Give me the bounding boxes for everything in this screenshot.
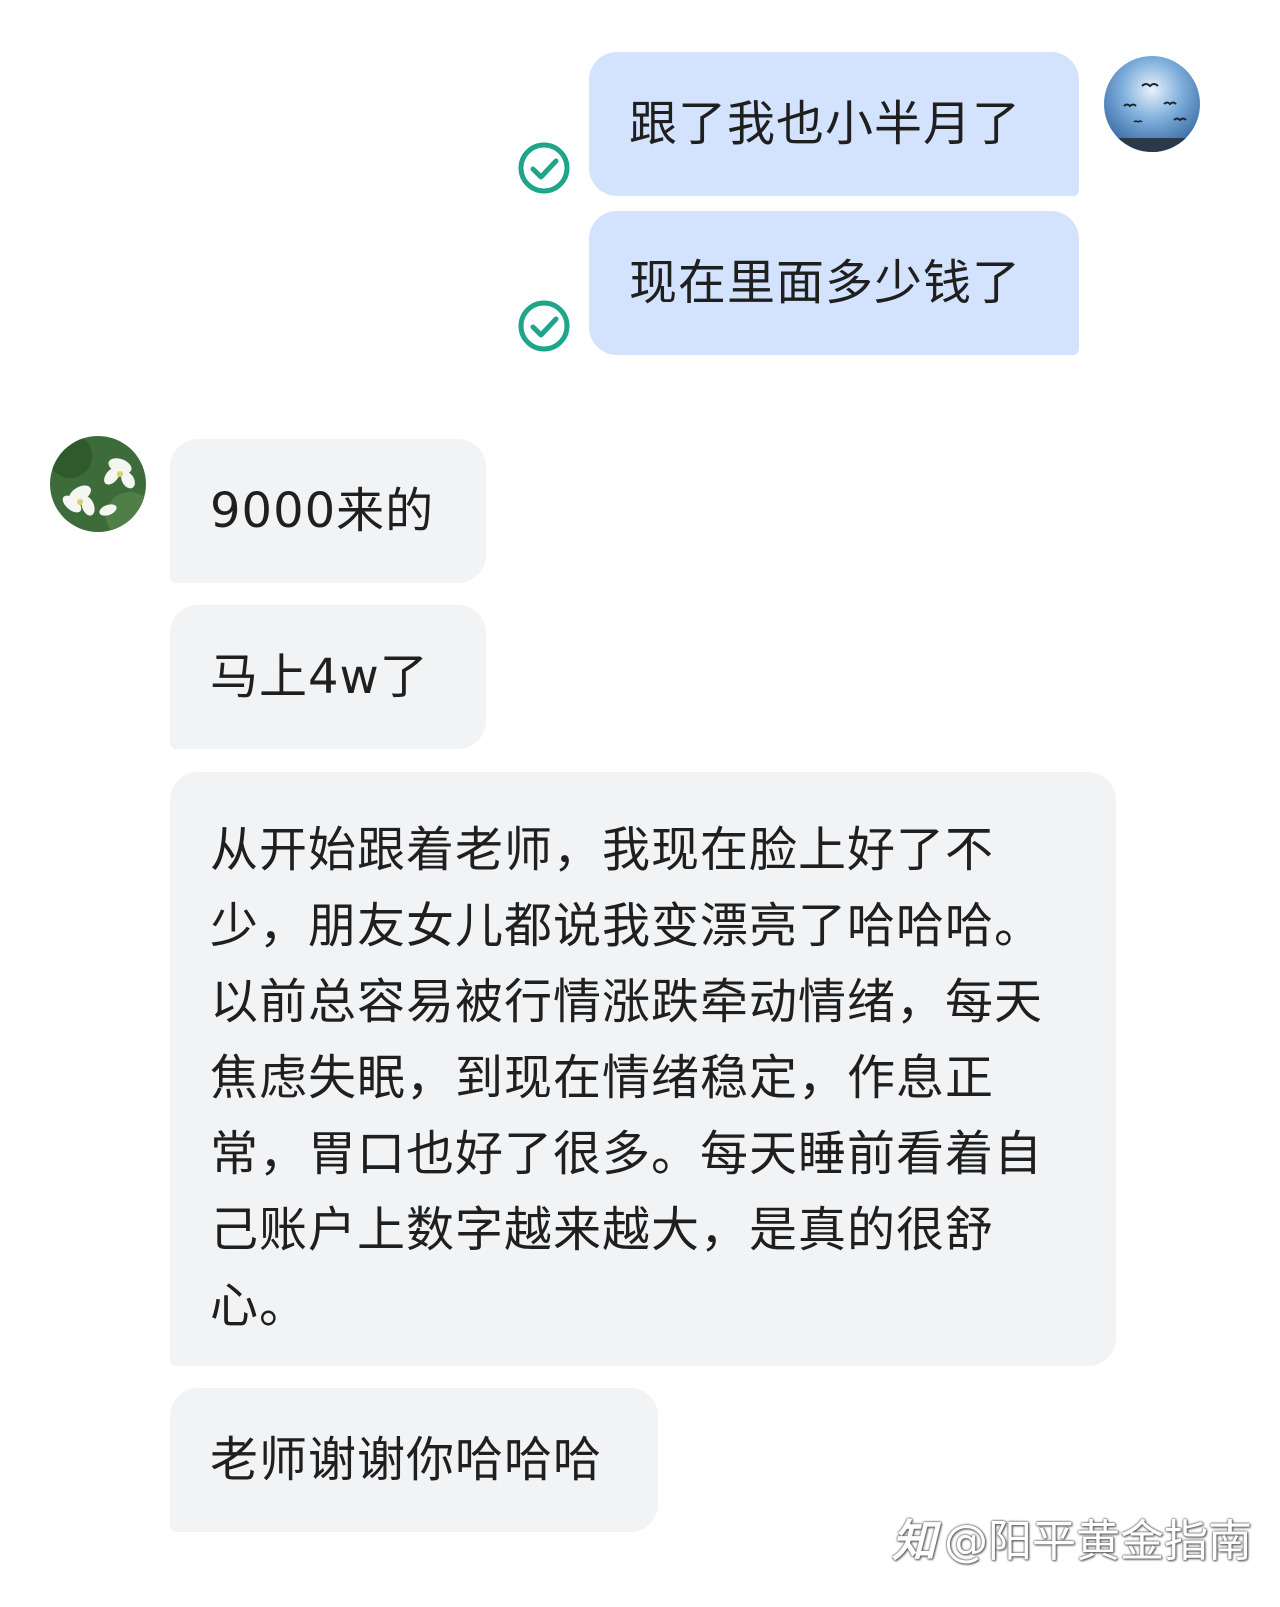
white-flowers-avatar-image <box>50 436 146 532</box>
sky-birds-avatar-image <box>1104 56 1200 152</box>
contact-avatar[interactable] <box>50 436 146 532</box>
message-line: 以前总容易被行情涨跌牵动情绪，每天 <box>210 974 1044 1030</box>
outgoing-message-bubble[interactable]: 跟了我也小半月了 <box>589 52 1079 196</box>
incoming-message-bubble[interactable]: 从开始跟着老师，我现在脸上好了不 少，朋友女儿都说我变漂亮了哈哈哈。 以前总容易… <box>170 772 1116 1366</box>
message-text: 9000来的 <box>210 483 435 539</box>
message-line: 常，胃口也好了很多。每天睡前看着自 <box>210 1126 1044 1182</box>
sent-check-icon <box>516 140 572 196</box>
incoming-message-bubble[interactable]: 马上4w了 <box>170 605 486 749</box>
outgoing-message-bubble[interactable]: 现在里面多少钱了 <box>589 211 1079 355</box>
message-line: 心。 <box>210 1278 309 1334</box>
watermark: 知 @阳平黄金指南 <box>892 1505 1252 1569</box>
message-text: 跟了我也小半月了 <box>629 96 1022 152</box>
message-text: 老师谢谢你哈哈哈 <box>210 1432 603 1488</box>
message-line: 己账户上数字越来越大，是真的很舒 <box>210 1202 995 1258</box>
incoming-message-bubble[interactable]: 老师谢谢你哈哈哈 <box>170 1388 658 1532</box>
message-line: 少，朋友女儿都说我变漂亮了哈哈哈。 <box>210 898 1044 954</box>
message-text: 现在里面多少钱了 <box>629 255 1022 311</box>
incoming-message-bubble[interactable]: 9000来的 <box>170 439 486 583</box>
message-line: 从开始跟着老师，我现在脸上好了不 <box>210 822 995 878</box>
message-line: 焦虑失眠，到现在情绪稳定，作息正 <box>210 1050 995 1106</box>
sent-check-icon <box>516 298 572 354</box>
self-avatar[interactable] <box>1104 56 1200 152</box>
watermark-text: @阳平黄金指南 <box>944 1516 1252 1567</box>
zhihu-logo-icon: 知 <box>892 1516 936 1567</box>
message-text: 马上4w了 <box>210 649 429 705</box>
